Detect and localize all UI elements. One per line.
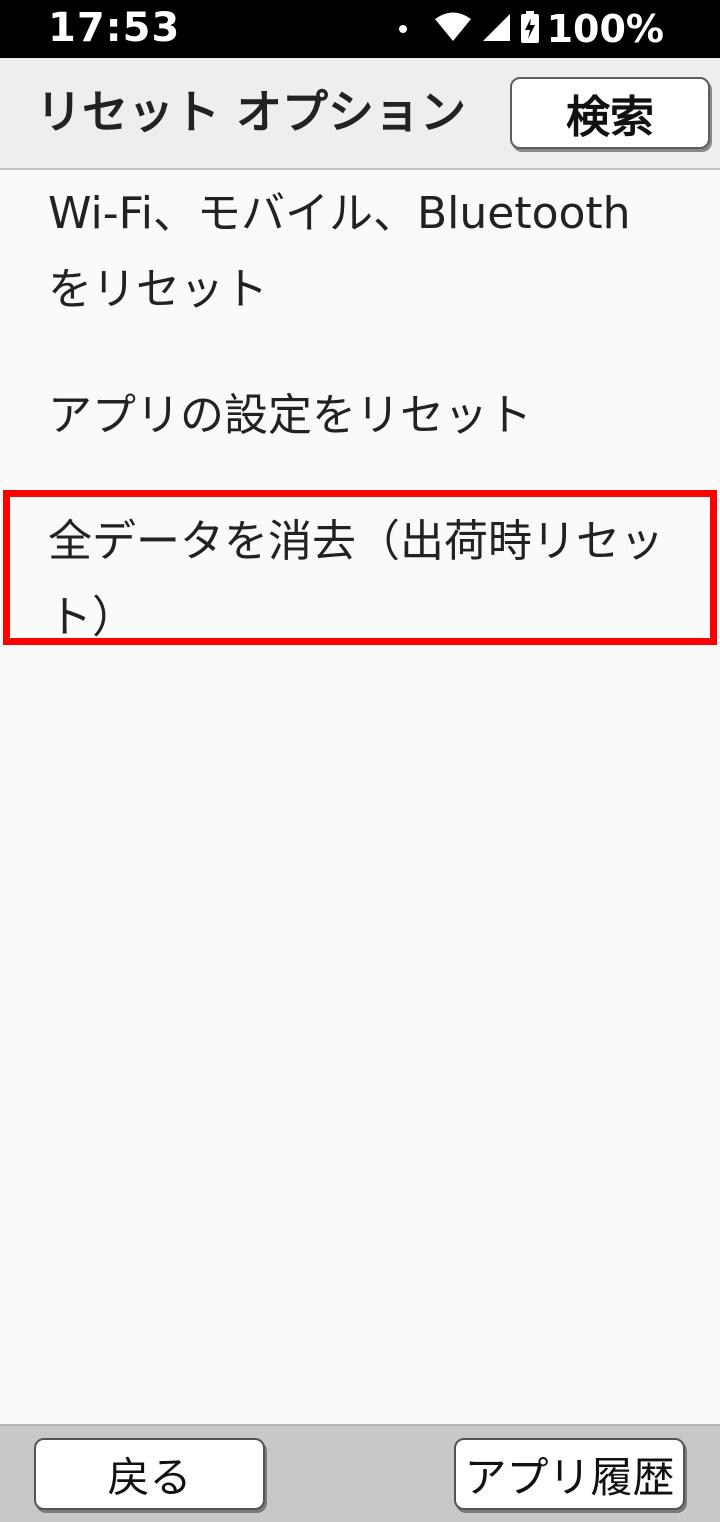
wifi-icon [434, 12, 471, 46]
back-button[interactable]: 戻る [34, 1438, 265, 1510]
status-icons: 100% [398, 0, 664, 58]
bottom-bar: 戻る アプリ履歴 [0, 1424, 720, 1522]
app-header: リセット オプション 検索 [0, 58, 720, 170]
cell-signal-icon [481, 12, 511, 46]
page-title: リセット オプション [36, 85, 467, 139]
battery-charging-icon [520, 11, 539, 47]
list-item-factory-reset[interactable]: 全データを消去（出荷時リセット） [0, 504, 720, 656]
list-item-reset-app-preferences[interactable]: アプリの設定をリセット [0, 378, 720, 454]
battery-percentage: 100% [546, 7, 664, 51]
status-time: 17:53 [48, 5, 181, 51]
status-bar: 17:53 100% [0, 0, 720, 58]
search-button[interactable]: 検索 [510, 77, 710, 149]
notification-dot-icon [398, 25, 407, 33]
app-history-button[interactable]: アプリ履歴 [454, 1438, 685, 1510]
list-item-reset-network[interactable]: Wi-Fi、モバイル、Bluetooth をリセット [0, 176, 720, 328]
